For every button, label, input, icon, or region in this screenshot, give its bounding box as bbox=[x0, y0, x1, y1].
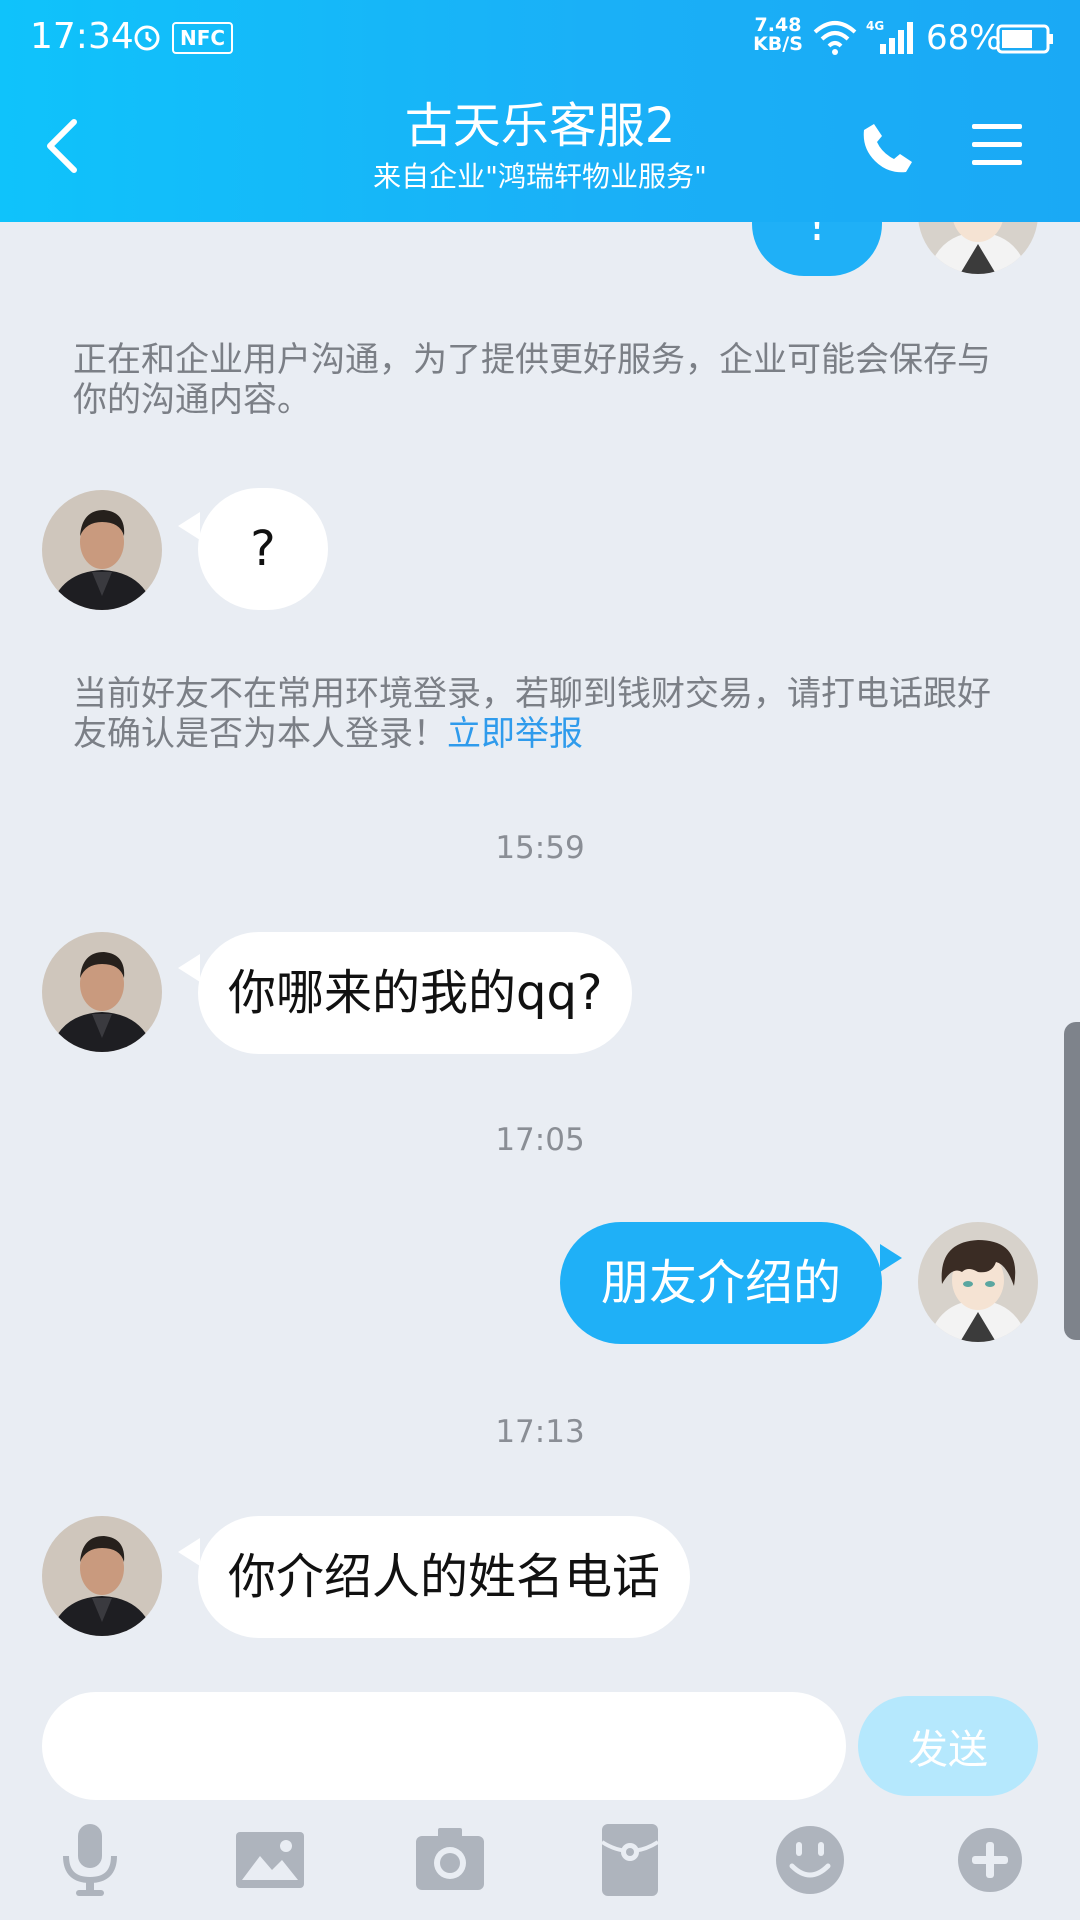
chat-subtitle: 来自企业"鸿瑞轩物业服务" bbox=[373, 160, 707, 193]
status-bar: 17:34 NFC 7.48 KB/S 4G 68% bbox=[0, 0, 1080, 76]
emoji-icon[interactable] bbox=[770, 1820, 850, 1900]
message-bubble-outgoing[interactable]: 朋友介绍的 bbox=[560, 1222, 882, 1344]
send-button[interactable]: 发送 bbox=[858, 1696, 1038, 1796]
timestamp: 17:13 bbox=[495, 1414, 585, 1450]
message-bubble-outgoing[interactable]: ! bbox=[752, 222, 882, 276]
chat-area[interactable]: ! 正在和企业用户沟通，为了提供更好服务，企业可能会保存与你的沟通内容。 ? 当… bbox=[0, 222, 1080, 1670]
my-avatar[interactable] bbox=[918, 1222, 1038, 1342]
message-text: 朋友介绍的 bbox=[600, 1255, 841, 1311]
input-bar: 发送 bbox=[0, 1670, 1080, 1920]
wifi-icon bbox=[813, 21, 857, 55]
nfc-badge: NFC bbox=[172, 22, 234, 54]
microphone-icon[interactable] bbox=[50, 1820, 130, 1900]
camera-icon[interactable] bbox=[410, 1820, 490, 1900]
bubble-tail bbox=[178, 1538, 200, 1566]
contact-avatar[interactable] bbox=[42, 1516, 162, 1636]
phone-icon[interactable] bbox=[860, 120, 916, 176]
alarm-icon bbox=[134, 25, 160, 51]
report-link[interactable]: 立即举报 bbox=[447, 714, 583, 754]
message-bubble-incoming[interactable]: 你介绍人的姓名电话 bbox=[198, 1516, 691, 1638]
enterprise-notice: 正在和企业用户沟通，为了提供更好服务，企业可能会保存与你的沟通内容。 bbox=[73, 340, 1013, 420]
message-text: ? bbox=[250, 521, 276, 577]
timestamp: 15:59 bbox=[495, 830, 585, 866]
message-text: ! bbox=[807, 222, 827, 252]
bubble-tail bbox=[880, 1244, 902, 1272]
red-packet-icon[interactable] bbox=[590, 1820, 670, 1900]
menu-icon[interactable] bbox=[970, 120, 1024, 170]
message-text: 你介绍人的姓名电话 bbox=[228, 1549, 661, 1605]
contact-avatar[interactable] bbox=[42, 932, 162, 1052]
contact-avatar[interactable] bbox=[42, 490, 162, 610]
enterprise-notice-text: 正在和企业用户沟通，为了提供更好服务，企业可能会保存与你的沟通内容。 bbox=[73, 340, 991, 420]
message-bubble-incoming[interactable]: ? bbox=[198, 488, 328, 610]
battery-percent: 68% bbox=[926, 18, 1002, 58]
signal-icon: 4G bbox=[866, 19, 913, 54]
image-icon[interactable] bbox=[230, 1820, 310, 1900]
network-type-label: 4G bbox=[866, 19, 884, 33]
battery-icon bbox=[996, 24, 1053, 54]
security-notice: 当前好友不在常用环境登录，若聊到钱财交易，请打电话跟好友确认是否为本人登录！立即… bbox=[73, 674, 1013, 754]
message-text: 你哪来的我的qq? bbox=[228, 965, 603, 1021]
status-time: 17:34 bbox=[30, 16, 134, 57]
message-input[interactable] bbox=[42, 1692, 846, 1800]
bubble-tail bbox=[178, 512, 200, 540]
timestamp: 17:05 bbox=[495, 1122, 585, 1158]
net-speed: 7.48 KB/S bbox=[752, 16, 804, 54]
chat-title: 古天乐客服2 bbox=[404, 98, 676, 154]
plus-icon[interactable] bbox=[950, 1820, 1030, 1900]
my-avatar[interactable] bbox=[918, 222, 1038, 274]
net-speed-unit: KB/S bbox=[753, 33, 803, 55]
message-bubble-incoming[interactable]: 你哪来的我的qq? bbox=[198, 932, 633, 1054]
bubble-tail bbox=[178, 954, 200, 982]
chat-header: 17:34 NFC 7.48 KB/S 4G 68% 古天乐客服2 来自企业"鸿… bbox=[0, 0, 1080, 222]
scroll-handle[interactable] bbox=[1064, 1022, 1080, 1340]
